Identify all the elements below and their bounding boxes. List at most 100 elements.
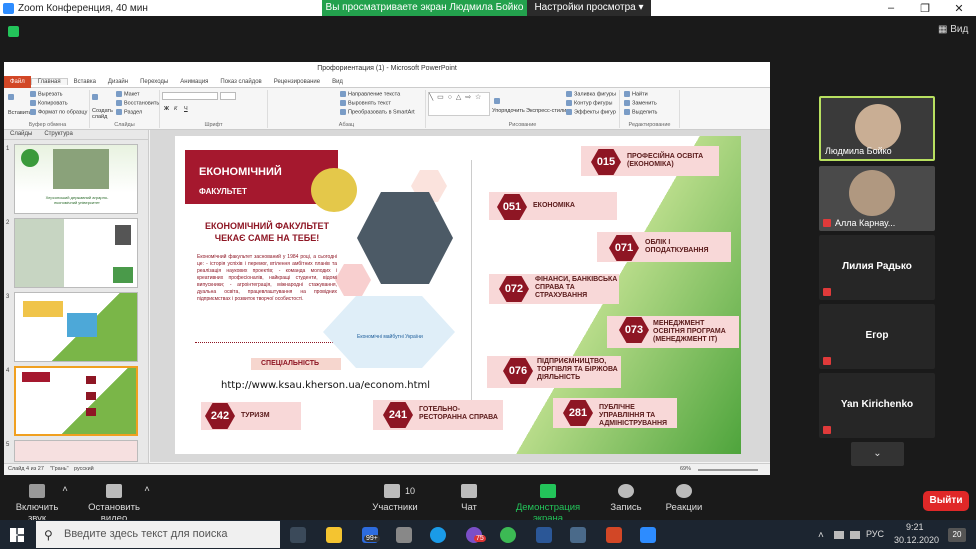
underline-button[interactable]: Ч [184, 106, 188, 112]
share-banner: Вы просматриваете экран Людмила Бойко [322, 0, 527, 16]
chat-button[interactable]: Чат [455, 484, 483, 513]
participant-name: Алла Карнау... [835, 218, 896, 228]
tab-slideshow[interactable]: Показ слайдов [214, 79, 267, 85]
participant-tile[interactable]: Егор [819, 304, 935, 369]
view-button[interactable]: ▦ Вид [938, 24, 968, 35]
tab-outline[interactable]: Структура [38, 130, 78, 139]
zoom-top-area [0, 16, 976, 46]
edge-icon[interactable] [430, 527, 446, 543]
participant-tile[interactable]: Yan Kirichenko [819, 373, 935, 438]
ppt-title-bar: Профориентация (1) - Microsoft PowerPoin… [4, 62, 770, 76]
view-options-button[interactable]: Настройки просмотра ▾ [527, 0, 651, 16]
notifications-count[interactable]: 20 [948, 528, 966, 542]
task-view-icon[interactable] [290, 527, 306, 543]
section-button[interactable]: Раздел [116, 109, 142, 115]
shapes-gallery[interactable]: ╲ ▭ ○ △ ⇨ ☆ [428, 92, 490, 116]
cut-button[interactable]: Вырезать [30, 91, 62, 97]
slide-thumb-5[interactable] [14, 440, 138, 462]
select-button[interactable]: Выделить [624, 109, 657, 115]
minimize-icon[interactable]: – [874, 2, 908, 14]
slide-body: Економічний факультет заснований у 1984 … [197, 254, 337, 302]
keyboard-language[interactable]: РУС [866, 529, 884, 539]
copy-button[interactable]: Копировать [30, 100, 68, 106]
clipboard-label: Буфер обмена [28, 122, 67, 128]
slide-thumb-4[interactable] [14, 366, 138, 436]
clock-time[interactable]: 9:21 [906, 522, 924, 532]
smartart-button[interactable]: Преобразовать в SmartArt [340, 109, 415, 115]
zoom-icon[interactable] [640, 527, 656, 543]
file-explorer-icon[interactable] [326, 527, 342, 543]
reset-button[interactable]: Восстановить [116, 100, 159, 106]
shape-fill-button[interactable]: Заливка фигуры [566, 91, 616, 97]
bold-button[interactable]: Ж [164, 106, 169, 112]
close-icon[interactable]: ✕ [942, 2, 976, 15]
layout-button[interactable]: Макет [116, 91, 140, 97]
word-icon[interactable] [536, 527, 552, 543]
slide-headline: ЕКОНОМІЧНИЙ ФАКУЛЬТЕТ ЧЕКАЄ САМЕ НА ТЕБЕ… [204, 221, 330, 243]
app-icon[interactable] [570, 527, 586, 543]
tab-view[interactable]: Вид [326, 79, 349, 85]
tab-review[interactable]: Рецензирование [268, 79, 326, 85]
specialty-label-241: ГОТЕЛЬНО- РЕСТОРАННА СПРАВА [419, 406, 498, 421]
network-icon[interactable] [850, 531, 860, 539]
tab-animation[interactable]: Анимация [174, 79, 214, 85]
tab-file[interactable]: Файл [4, 75, 31, 88]
video-options-caret[interactable]: ˄ [142, 484, 152, 495]
format-painter-button[interactable]: Формат по образцу [30, 109, 87, 115]
new-slide-label: Создать слайд [92, 108, 113, 120]
chrome-icon[interactable] [500, 527, 516, 543]
replace-button[interactable]: Заменить [624, 100, 657, 106]
unmute-button[interactable]: Включить звук [6, 484, 68, 524]
battery-icon[interactable] [834, 531, 844, 539]
participant-tile[interactable]: Лилия Радько [819, 235, 935, 300]
specialty-label-073: МЕНЕДЖМЕНТ ОСВІТНЯ ПРОГРАМА (МЕНЕДЖМЕНТ … [653, 320, 726, 343]
more-participants-button[interactable]: ⌄ [851, 442, 904, 466]
font-size-input[interactable] [220, 92, 236, 100]
stop-video-button[interactable]: Остановить видео [78, 484, 150, 524]
zoom-slider[interactable] [698, 469, 758, 471]
arrange-button[interactable] [494, 98, 502, 104]
tab-home[interactable]: Главная [30, 78, 68, 85]
tray-chevron-icon[interactable]: ˄ [818, 530, 824, 541]
find-button[interactable]: Найти [624, 91, 648, 97]
audio-options-caret[interactable]: ˄ [60, 484, 70, 495]
tab-transitions[interactable]: Переходы [134, 79, 174, 85]
shield-icon[interactable] [8, 26, 19, 37]
shape-effects-button[interactable]: Эффекты фигур [566, 109, 616, 115]
participant-video [855, 104, 901, 150]
italic-button[interactable]: К [174, 106, 177, 112]
slide-thumb-1[interactable]: Херсонський державний аграрно-економічни… [14, 144, 138, 214]
store-icon[interactable] [396, 527, 412, 543]
paste-button[interactable] [8, 94, 16, 100]
leave-button[interactable]: Выйти [923, 491, 969, 511]
shape-outline-button[interactable]: Контур фигуры [566, 100, 612, 106]
faculty-url[interactable]: http://www.ksau.kherson.ua/econom.html [221, 380, 430, 391]
text-direction-button[interactable]: Направление текста [340, 91, 400, 97]
status-slide: Слайд 4 из 27 [8, 466, 44, 472]
clock-date[interactable]: 30.12.2020 [894, 535, 939, 545]
section-label: Раздел [124, 109, 143, 116]
reactions-button[interactable]: Реакции [662, 484, 706, 513]
new-slide-button[interactable] [92, 94, 100, 100]
align-text-button[interactable]: Выровнять текст [340, 100, 391, 106]
ppt-status-bar: Слайд 4 из 27 "Грань" русский 69% [4, 463, 770, 475]
maximize-icon[interactable]: ❐ [908, 2, 942, 15]
slide-thumb-3[interactable] [14, 292, 138, 362]
specialty-label: СПЕЦІАЛЬНІСТЬ [261, 360, 320, 367]
participant-tile[interactable]: Алла Карнау... [819, 166, 935, 231]
slides-label: Слайды [114, 122, 135, 128]
tab-design[interactable]: Дизайн [102, 79, 134, 85]
share-screen-button[interactable]: Демонстрация экрана [500, 484, 596, 524]
font-name-input[interactable] [162, 92, 218, 100]
layout-icon [116, 91, 122, 97]
participant-tile-active-speaker[interactable]: Людмила Бойко [819, 96, 935, 161]
slide-subtitle: ФАКУЛЬТЕТ [199, 187, 247, 196]
taskbar-search-input[interactable]: ⚲ Введите здесь текст для поиска [36, 521, 280, 548]
slide-thumb-2[interactable] [14, 218, 138, 288]
tab-slides[interactable]: Слайды [4, 130, 38, 139]
powerpoint-icon[interactable] [606, 527, 622, 543]
tab-insert[interactable]: Вставка [68, 79, 102, 85]
quick-styles-label[interactable]: Экспресс-стили [526, 108, 566, 114]
record-button[interactable]: Запись [606, 484, 646, 513]
mic-muted-icon [823, 426, 831, 434]
